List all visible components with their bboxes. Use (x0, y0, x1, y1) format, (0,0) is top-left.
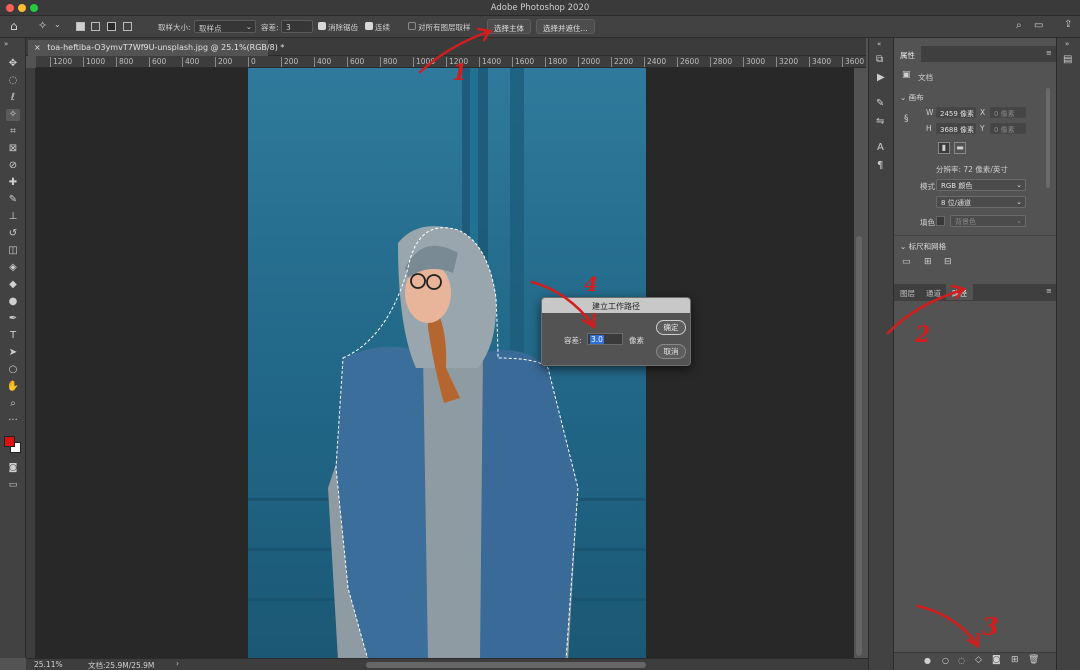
annotation-number-4: 4 (584, 272, 598, 296)
annotation-number-3: 3 (982, 612, 999, 641)
foreground-color-swatch[interactable] (4, 436, 15, 447)
annotation-number-2: 2 (915, 322, 931, 348)
annotation-number-1: 1 (452, 60, 468, 86)
